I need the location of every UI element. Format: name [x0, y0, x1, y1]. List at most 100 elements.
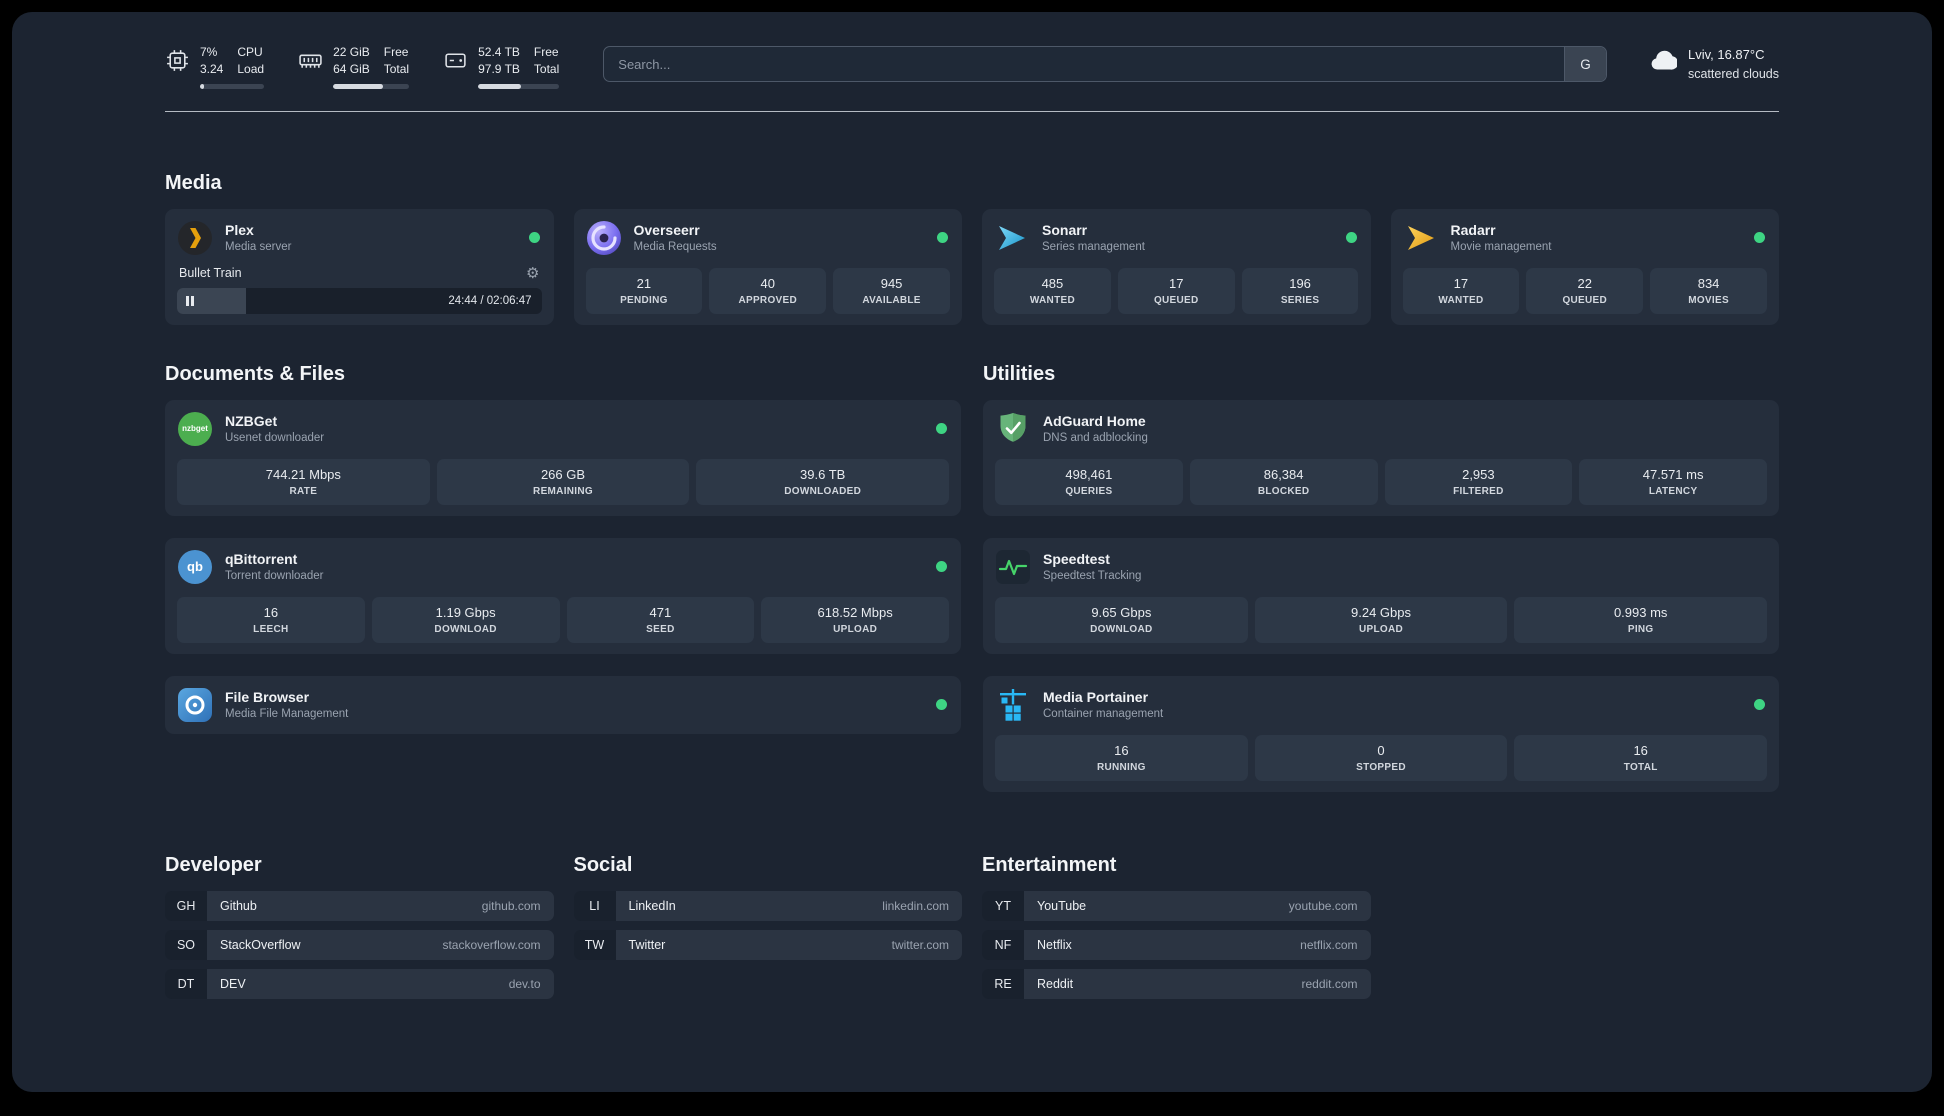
bookmark-linkedin[interactable]: LI LinkedIn linkedin.com: [573, 890, 962, 921]
status-dot-online: [936, 561, 947, 573]
weather-location: Lviv, 16.87°C: [1687, 47, 1765, 62]
stat-filtered: 2,953 FILTERED: [1384, 458, 1573, 505]
stats-row: 498,461 QUERIES 86,384 BLOCKED 2,953 FIL…: [995, 458, 1767, 505]
memory-free-value: 22 GiB: [333, 45, 370, 59]
bookmark-group-empty: [1391, 854, 1780, 1008]
stat-wanted: 17 WANTED: [1402, 267, 1520, 314]
qbittorrent-link[interactable]: qb qBittorrent Torrent downloader: [177, 549, 949, 585]
disk-progress-bar: [478, 83, 560, 89]
search-input[interactable]: [604, 47, 1564, 81]
stat-ping: 0.993 ms PING: [1514, 596, 1768, 643]
stat-download: 1.19 Gbps DOWNLOAD: [371, 596, 560, 643]
bookmark-stackoverflow[interactable]: SO StackOverflow stackoverflow.com: [165, 929, 554, 960]
stat-rate: 744.21 Mbps RATE: [177, 458, 430, 505]
radarr-icon: [1403, 220, 1439, 256]
portainer-link[interactable]: Media Portainer Container management: [995, 687, 1767, 723]
cpu-load-value: 3.24: [200, 61, 224, 76]
speedtest-icon: [995, 549, 1031, 585]
nzbget-link[interactable]: nzbget NZBGet Usenet downloader: [177, 411, 949, 447]
service-description: Container management: [1043, 708, 1164, 721]
cpu-progress-bar: [200, 83, 265, 89]
service-description: Series management: [1042, 241, 1145, 254]
status-dot-online: [528, 232, 540, 244]
playback-time: 24:44 / 02:06:47: [448, 294, 532, 307]
service-name: Media Portainer: [1043, 689, 1149, 706]
disk-icon: [443, 44, 468, 89]
filebrowser-icon: [177, 687, 213, 723]
stat-latency: 47.571 ms LATENCY: [1579, 458, 1767, 505]
stat-download: 9.65 Gbps DOWNLOAD: [995, 596, 1248, 643]
plex-link[interactable]: Plex Media server: [177, 220, 542, 256]
memory-icon: [298, 44, 323, 89]
service-card-plex: Plex Media server Bullet Train ⚙ 24:44 /…: [165, 208, 554, 325]
stat-queued: 22 QUEUED: [1526, 267, 1644, 314]
service-card-nzbget: nzbget NZBGet Usenet downloader 744.21 M…: [165, 399, 961, 516]
status-dot-online: [1754, 232, 1765, 244]
cpu-progress-fill: [200, 83, 205, 89]
memory-progress-fill: [333, 83, 384, 89]
plex-icon: [177, 220, 213, 256]
memory-labels: Free Total: [383, 45, 410, 76]
service-description: DNS and adblocking: [1043, 432, 1148, 445]
service-card-sonarr: Sonarr Series management 485 WANTED 17 Q…: [982, 208, 1371, 325]
speedtest-link[interactable]: Speedtest Speedtest Tracking: [995, 549, 1767, 585]
dashboard: 7% 3.24 CPU Load 22 GiB 64 GiB Free Tota…: [12, 12, 1932, 1092]
now-playing-title: Bullet Train: [179, 266, 242, 281]
qbittorrent-icon: qb: [177, 549, 213, 585]
bookmark-github[interactable]: GH Github github.com: [165, 890, 554, 921]
stat-wanted: 485 WANTED: [994, 267, 1111, 314]
service-name: Speedtest: [1043, 551, 1110, 568]
disk-free-value: 52.4 TB: [478, 45, 520, 59]
service-description: Movie management: [1450, 241, 1552, 254]
service-name: File Browser: [225, 689, 310, 706]
overseerr-link[interactable]: Overseerr Media Requests: [586, 220, 951, 256]
stat-blocked: 86,384 BLOCKED: [1189, 458, 1378, 505]
service-description: Torrent downloader: [225, 570, 324, 583]
disk-widget: 52.4 TB 97.9 TB Free Total: [443, 44, 560, 89]
bookmark-netflix[interactable]: NF Netflix netflix.com: [982, 929, 1371, 960]
service-name: AdGuard Home: [1043, 413, 1146, 430]
stats-row: 16 LEECH 1.19 Gbps DOWNLOAD 471 SEED 618…: [177, 596, 949, 643]
cloud-icon: [1647, 47, 1679, 82]
bookmark-group-developer: Developer GH Github github.com SO StackO…: [165, 854, 554, 1008]
pause-icon[interactable]: [186, 295, 194, 306]
adguard-link[interactable]: AdGuard Home DNS and adblocking: [995, 411, 1767, 447]
stat-running: 16 RUNNING: [995, 734, 1248, 781]
memory-values: 22 GiB 64 GiB: [333, 44, 370, 78]
service-description: Media File Management: [225, 708, 349, 721]
service-name: Overseerr: [633, 222, 700, 239]
stat-total: 16 TOTAL: [1514, 734, 1768, 781]
playback-progress-bar[interactable]: 24:44 / 02:06:47: [177, 287, 542, 314]
bookmark-group-entertainment: Entertainment YT YouTube youtube.com NF …: [982, 854, 1371, 1008]
portainer-icon: [995, 687, 1031, 723]
service-card-qbittorrent: qb qBittorrent Torrent downloader 16 LEE…: [165, 537, 961, 654]
status-dot-online: [1754, 699, 1765, 711]
status-dot-online: [1345, 232, 1357, 244]
cpu-usage-percent: 7%: [200, 45, 218, 59]
bookmark-group-social: Social LI LinkedIn linkedin.com TW Twitt…: [573, 854, 962, 1008]
bookmark-dev[interactable]: DT DEV dev.to: [165, 968, 554, 999]
radarr-link[interactable]: Radarr Movie management: [1403, 220, 1768, 256]
filebrowser-link[interactable]: File Browser Media File Management: [177, 687, 949, 723]
bookmark-youtube[interactable]: YT YouTube youtube.com: [982, 890, 1371, 921]
service-card-radarr: Radarr Movie management 17 WANTED 22 QUE…: [1390, 208, 1779, 325]
service-name: Sonarr: [1042, 222, 1088, 239]
stats-row: 17 WANTED 22 QUEUED 834 MOVIES: [1402, 267, 1768, 314]
weather-widget[interactable]: Lviv, 16.87°C scattered clouds: [1647, 46, 1779, 83]
section-documents: Documents & Files nzbget NZBGet Usenet d…: [165, 363, 961, 734]
search-provider-button[interactable]: G: [1563, 47, 1606, 81]
bookmark-reddit[interactable]: RE Reddit reddit.com: [982, 968, 1371, 999]
status-dot-online: [937, 232, 948, 244]
service-description: Media server: [225, 241, 292, 254]
service-card-speedtest: Speedtest Speedtest Tracking 9.65 Gbps D…: [983, 537, 1779, 654]
gear-icon[interactable]: ⚙: [526, 266, 539, 281]
sonarr-link[interactable]: Sonarr Series management: [994, 220, 1359, 256]
memory-progress-bar: [333, 83, 410, 89]
stat-queries: 498,461 QUERIES: [995, 458, 1183, 505]
bookmark-twitter[interactable]: TW Twitter twitter.com: [573, 929, 962, 960]
stat-stopped: 0 STOPPED: [1254, 734, 1508, 781]
service-card-adguard: AdGuard Home DNS and adblocking 498,461 …: [983, 399, 1779, 516]
cpu-labels: CPU Load: [237, 45, 265, 76]
service-card-overseerr: Overseerr Media Requests 21 PENDING 40 A…: [573, 208, 962, 325]
stats-row: 744.21 Mbps RATE 266 GB REMAINING 39.6 T…: [177, 458, 950, 505]
